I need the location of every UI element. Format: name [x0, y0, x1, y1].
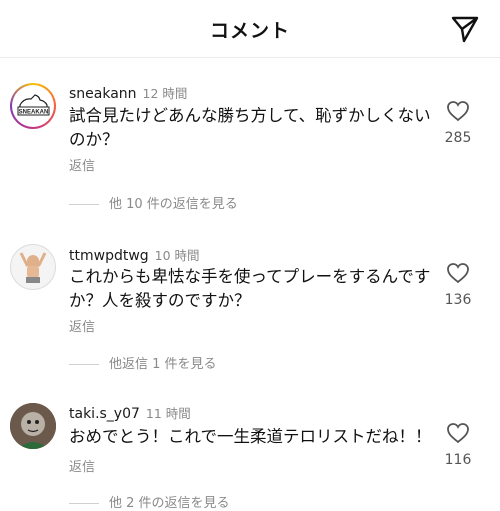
like-count: 285: [444, 130, 472, 146]
comment-header: ttmwpdtwg 10 時間: [69, 245, 200, 264]
page-title: コメント: [209, 20, 290, 42]
view-replies-label: 他 2 件の返信を見る: [109, 496, 230, 511]
comment-header: taki.s_y07 11 時間: [69, 403, 191, 422]
comment-header: sneakann 12 時間: [69, 83, 187, 102]
timestamp: 12 時間: [142, 86, 188, 101]
divider: [69, 204, 99, 205]
reply-button[interactable]: 返信: [69, 456, 95, 475]
heart-icon: [447, 423, 469, 444]
avatar-text: SNEAKAN: [19, 109, 49, 115]
timestamp: 10 時間: [154, 248, 200, 263]
username[interactable]: taki.s_y07: [69, 406, 140, 422]
heart-icon: [447, 263, 469, 284]
divider: [69, 503, 99, 504]
comment-text: 試合見たけどあんな勝ち方して、恥ずかしくないのか？: [69, 106, 431, 149]
reply-button[interactable]: 返信: [69, 316, 95, 335]
send-icon[interactable]: [450, 14, 480, 44]
like-button[interactable]: 285: [438, 100, 478, 146]
username[interactable]: ttmwpdtwg: [69, 248, 149, 264]
like-count: 116: [444, 452, 472, 468]
avatar[interactable]: [10, 403, 56, 449]
view-replies-link[interactable]: 他返信 1 件を見る: [69, 353, 217, 372]
person-photo-icon: [10, 403, 56, 449]
avatar[interactable]: [10, 244, 56, 290]
like-count: 136: [444, 292, 472, 308]
person-figure-icon: [19, 252, 47, 283]
view-replies-label: 他返信 1 件を見る: [109, 357, 217, 372]
comment-text: これからも卑怯な手を使ってプレーをするんですか？人を殺すのですか？: [69, 267, 431, 310]
header: コメント: [0, 0, 500, 58]
view-replies-label: 他 10 件の返信を見る: [109, 197, 238, 212]
avatar[interactable]: SNEAKAN: [10, 83, 56, 129]
sneaker-logo-icon: SNEAKAN: [17, 94, 50, 116]
like-button[interactable]: 136: [438, 262, 478, 308]
reply-button[interactable]: 返信: [69, 155, 95, 174]
username[interactable]: sneakann: [69, 86, 137, 102]
like-button[interactable]: 116: [438, 422, 478, 468]
timestamp: 11 時間: [145, 406, 191, 421]
heart-icon: [447, 101, 469, 122]
view-replies-link[interactable]: 他 10 件の返信を見る: [69, 193, 238, 212]
view-replies-link[interactable]: 他 2 件の返信を見る: [69, 492, 230, 511]
divider: [69, 364, 99, 365]
comment-text: おめでとう！これで一生柔道テロリストだね！！: [69, 427, 432, 446]
